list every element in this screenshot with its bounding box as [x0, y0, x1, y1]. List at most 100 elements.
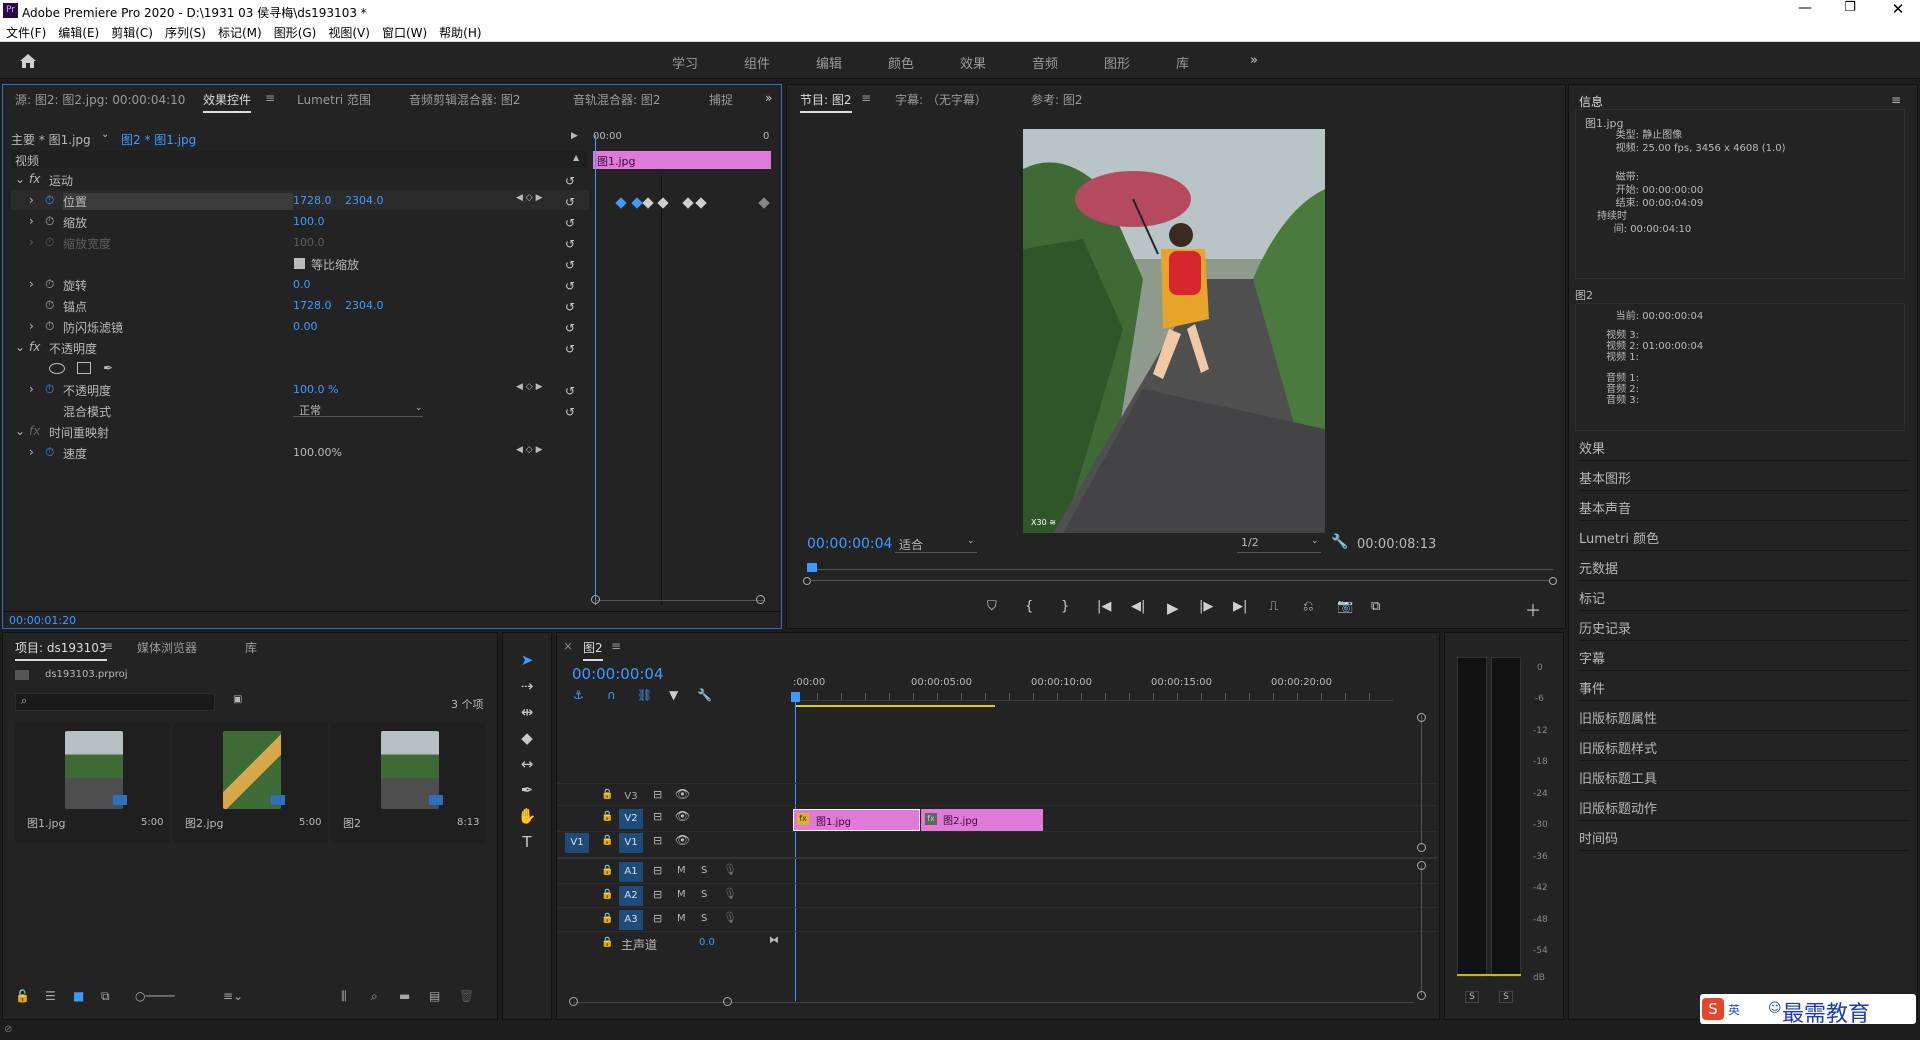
chevron-down-icon[interactable]: ⌄: [101, 129, 109, 140]
list-view-icon[interactable]: ☰: [45, 989, 56, 1003]
program-playhead[interactable]: [807, 563, 817, 572]
add-marker-icon[interactable]: ⛉: [987, 599, 997, 614]
lock-track-icon[interactable]: 🔒: [601, 937, 613, 948]
freeform-view-icon[interactable]: ⧉: [101, 989, 110, 1004]
go-to-end-icon[interactable]: ⧓: [769, 935, 779, 946]
panel-legacy-title-actions[interactable]: 旧版标题动作: [1579, 792, 1909, 821]
prop-anti-flicker[interactable]: › ⏱ 防闪烁滤镜 0.00: [11, 316, 589, 336]
export-frame-icon[interactable]: 📷: [1337, 599, 1353, 614]
icon-view-icon[interactable]: ■: [73, 989, 84, 1003]
go-to-in-icon[interactable]: |◀: [1097, 599, 1111, 614]
prop-anchor-point[interactable]: ⏱ 锚点 1728.0 2304.0: [11, 295, 589, 315]
lock-icon[interactable]: 🔓: [15, 989, 30, 1003]
settings-wrench-icon[interactable]: 🔧: [697, 688, 712, 702]
new-bin-icon[interactable]: ▬: [399, 989, 410, 1003]
mute-button[interactable]: M: [677, 913, 686, 924]
clear-icon[interactable]: 🗑: [459, 989, 474, 1003]
solo-right-button[interactable]: S: [1499, 991, 1513, 1003]
sync-lock-icon[interactable]: ⊟: [653, 810, 662, 823]
new-bin-from-search-icon[interactable]: ▣: [233, 694, 242, 705]
rectangle-mask-icon[interactable]: [77, 362, 91, 374]
snap-icon[interactable]: ∩: [607, 688, 616, 702]
panel-effects[interactable]: 效果: [1579, 432, 1909, 461]
razor-tool-icon[interactable]: ◆: [513, 729, 541, 753]
step-back-icon[interactable]: ◀|: [1131, 599, 1145, 614]
tab-sequence[interactable]: 图2: [583, 639, 603, 661]
prop-position[interactable]: › ⏱ 位置 1728.0 2304.0 ◀ ◇ ▶: [11, 190, 589, 210]
mini-clip-bar[interactable]: 图1.jpg: [593, 151, 771, 169]
step-forward-icon[interactable]: |▶: [1199, 599, 1213, 614]
menu-edit[interactable]: 编辑(E): [52, 22, 105, 43]
lock-track-icon[interactable]: 🔒: [601, 789, 613, 800]
extract-icon[interactable]: ⎌: [1303, 599, 1313, 614]
lock-track-icon[interactable]: 🔒: [601, 811, 613, 822]
menu-view[interactable]: 视图(V): [322, 22, 376, 43]
zoom-slider[interactable]: ○────: [135, 989, 174, 1003]
prop-rotation[interactable]: › ⏱ 旋转 0.0: [11, 274, 589, 294]
program-video-frame[interactable]: X30 ≋: [1023, 129, 1325, 533]
ripple-edit-tool-icon[interactable]: ⇹: [513, 703, 541, 727]
panel-essential-sound[interactable]: 基本声音: [1579, 492, 1909, 521]
lock-track-icon[interactable]: 🔒: [601, 835, 613, 846]
mute-button[interactable]: M: [677, 865, 686, 876]
project-item-2[interactable]: 图2.jpg 5:00: [173, 723, 328, 843]
type-tool-icon[interactable]: T: [513, 833, 541, 857]
workspace-assembly[interactable]: 组件: [744, 53, 770, 72]
minimize-button[interactable]: —: [1795, 0, 1815, 20]
timeline-horizontal-scrollbar[interactable]: [573, 1002, 1413, 1003]
add-marker-icon[interactable]: ▼: [669, 688, 678, 702]
lock-track-icon[interactable]: 🔒: [601, 865, 613, 876]
project-search-input[interactable]: [15, 693, 215, 711]
tab-audio-track-mixer[interactable]: 音轨混合器: 图2: [573, 91, 661, 108]
mute-button[interactable]: M: [677, 889, 686, 900]
pen-tool-icon[interactable]: ✒: [513, 781, 541, 805]
panel-timecode[interactable]: 时间码: [1579, 822, 1909, 851]
project-item-1[interactable]: 图1.jpg 5:00: [15, 723, 170, 843]
menu-window[interactable]: 窗口(W): [376, 22, 433, 43]
info-menu-icon[interactable]: ≡: [1891, 93, 1901, 107]
uniform-scale-checkbox[interactable]: [294, 258, 305, 269]
program-timecode[interactable]: 00:00:00:04: [807, 536, 892, 552]
menu-marker[interactable]: 标记(M): [212, 22, 268, 43]
prop-blend-mode[interactable]: 混合模式 正常 ⌄: [11, 400, 589, 420]
eye-icon[interactable]: 👁: [675, 833, 690, 847]
menu-graphics[interactable]: 图形(G): [268, 22, 323, 43]
stopwatch-icon[interactable]: ⏱: [45, 193, 54, 208]
prop-speed[interactable]: › ⏱ 速度 100.00% ◀ ◇ ▶: [11, 442, 589, 462]
button-editor-plus-icon[interactable]: ＋: [1525, 597, 1541, 621]
slip-tool-icon[interactable]: ↔: [513, 755, 541, 779]
tab-capture[interactable]: 捕捉: [709, 91, 733, 108]
sync-lock-icon[interactable]: ⊟: [653, 864, 662, 877]
microphone-icon[interactable]: 🎙: [723, 863, 737, 876]
sync-lock-icon[interactable]: ⊟: [653, 912, 662, 925]
track-v1[interactable]: V1: [619, 833, 643, 853]
tab-lumetri-scopes[interactable]: Lumetri 范围: [297, 91, 371, 108]
wrench-icon[interactable]: 🔧: [1331, 534, 1348, 550]
mini-playhead[interactable]: [595, 135, 596, 605]
home-icon[interactable]: [18, 51, 38, 71]
automate-icon[interactable]: ⫼: [341, 989, 347, 1004]
collapse-icon[interactable]: ▲: [573, 153, 579, 162]
track-v2[interactable]: V2: [619, 809, 643, 829]
panel-markers[interactable]: 标记: [1579, 582, 1909, 611]
timeline-timecode[interactable]: 00:00:00:04: [572, 665, 664, 683]
sequence-clip-label[interactable]: 图2 * 图1.jpg: [121, 131, 196, 148]
menu-file[interactable]: 文件(F): [0, 22, 52, 43]
more-tabs-icon[interactable]: »: [765, 91, 772, 105]
tab-source[interactable]: 源: 图2: 图2.jpg: 00:00:04:10: [15, 91, 185, 108]
mark-in-icon[interactable]: {: [1025, 599, 1033, 614]
microphone-icon[interactable]: 🎙: [723, 887, 737, 900]
workspace-effects[interactable]: 效果: [960, 53, 986, 72]
more-workspaces-icon[interactable]: »: [1250, 53, 1258, 68]
solo-button[interactable]: S: [701, 865, 707, 876]
tab-libraries[interactable]: 库: [245, 639, 257, 656]
close-button[interactable]: ✕: [1888, 0, 1908, 20]
sync-lock-icon[interactable]: ⊟: [653, 888, 662, 901]
program-ruler[interactable]: [807, 564, 1553, 570]
effect-controls-timecode[interactable]: 00:00:01:20: [9, 614, 76, 627]
mark-out-icon[interactable]: }: [1061, 599, 1069, 614]
panel-history[interactable]: 历史记录: [1579, 612, 1909, 641]
workspace-graphics[interactable]: 图形: [1104, 53, 1130, 72]
timeline-menu-icon[interactable]: ≡: [611, 639, 621, 653]
lock-track-icon[interactable]: 🔒: [601, 913, 613, 924]
